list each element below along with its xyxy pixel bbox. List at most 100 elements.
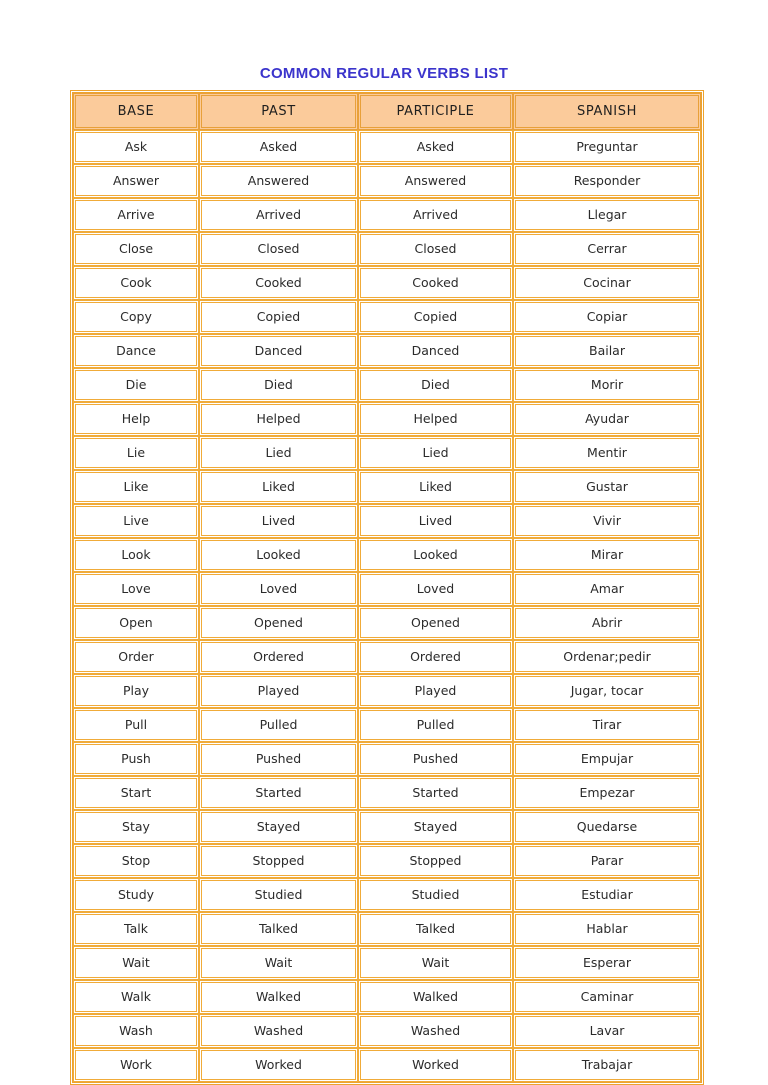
- verb-past: Helped: [199, 402, 358, 436]
- verb-past: Looked: [199, 538, 358, 572]
- table-row: PushPushedPushedEmpujar: [73, 742, 701, 776]
- verb-past: Talked: [199, 912, 358, 946]
- verb-spanish: Gustar: [513, 470, 701, 504]
- table-row: StopStoppedStoppedParar: [73, 844, 701, 878]
- verb-spanish: Bailar: [513, 334, 701, 368]
- verb-base: Stay: [73, 810, 199, 844]
- verb-participle: Lived: [358, 504, 513, 538]
- regular-verbs-table: BASE PAST PARTICIPLE SPANISH AskAskedAsk…: [70, 90, 704, 1085]
- table-row: OrderOrderedOrderedOrdenar;pedir: [73, 640, 701, 674]
- verb-spanish: Tirar: [513, 708, 701, 742]
- verb-participle: Walked: [358, 980, 513, 1014]
- verb-spanish: Mentir: [513, 436, 701, 470]
- verb-spanish: Morir: [513, 368, 701, 402]
- verb-base: Pull: [73, 708, 199, 742]
- verb-past: Ordered: [199, 640, 358, 674]
- verb-base: Stop: [73, 844, 199, 878]
- verb-past: Lived: [199, 504, 358, 538]
- verb-base: Open: [73, 606, 199, 640]
- table-row: CookCookedCookedCocinar: [73, 266, 701, 300]
- table-row: WaitWaitWaitEsperar: [73, 946, 701, 980]
- verb-base: Play: [73, 674, 199, 708]
- table-row: PlayPlayedPlayedJugar, tocar: [73, 674, 701, 708]
- verb-base: Close: [73, 232, 199, 266]
- verb-spanish: Vivir: [513, 504, 701, 538]
- verb-spanish: Quedarse: [513, 810, 701, 844]
- verb-spanish: Cocinar: [513, 266, 701, 300]
- verb-base: Start: [73, 776, 199, 810]
- verb-past: Opened: [199, 606, 358, 640]
- verb-base: Lie: [73, 436, 199, 470]
- verb-participle: Washed: [358, 1014, 513, 1048]
- verb-spanish: Esperar: [513, 946, 701, 980]
- verb-participle: Pulled: [358, 708, 513, 742]
- table-row: LieLiedLiedMentir: [73, 436, 701, 470]
- verb-spanish: Parar: [513, 844, 701, 878]
- table-row: WorkWorkedWorkedTrabajar: [73, 1048, 701, 1082]
- verb-past: Arrived: [199, 198, 358, 232]
- table-row: CloseClosedClosedCerrar: [73, 232, 701, 266]
- table-row: OpenOpenedOpenedAbrir: [73, 606, 701, 640]
- table-body: AskAskedAskedPreguntarAnswerAnsweredAnsw…: [73, 130, 701, 1082]
- verb-spanish: Cerrar: [513, 232, 701, 266]
- verb-base: Answer: [73, 164, 199, 198]
- verb-base: Walk: [73, 980, 199, 1014]
- table-header-row: BASE PAST PARTICIPLE SPANISH: [73, 93, 701, 130]
- verb-participle: Stayed: [358, 810, 513, 844]
- table-row: StudyStudiedStudiedEstudiar: [73, 878, 701, 912]
- table-row: AnswerAnsweredAnsweredResponder: [73, 164, 701, 198]
- verb-base: Study: [73, 878, 199, 912]
- verb-participle: Lied: [358, 436, 513, 470]
- table-row: PullPulledPulledTirar: [73, 708, 701, 742]
- verb-base: Love: [73, 572, 199, 606]
- verb-past: Copied: [199, 300, 358, 334]
- verb-participle: Played: [358, 674, 513, 708]
- verb-spanish: Amar: [513, 572, 701, 606]
- verb-spanish: Empujar: [513, 742, 701, 776]
- table-row: LookLookedLookedMirar: [73, 538, 701, 572]
- verb-past: Pushed: [199, 742, 358, 776]
- verb-participle: Started: [358, 776, 513, 810]
- verb-past: Wait: [199, 946, 358, 980]
- verb-base: Live: [73, 504, 199, 538]
- verb-past: Worked: [199, 1048, 358, 1082]
- verb-past: Studied: [199, 878, 358, 912]
- verb-past: Loved: [199, 572, 358, 606]
- verb-participle: Arrived: [358, 198, 513, 232]
- verb-past: Stayed: [199, 810, 358, 844]
- table-row: LoveLovedLovedAmar: [73, 572, 701, 606]
- verb-participle: Loved: [358, 572, 513, 606]
- verb-participle: Looked: [358, 538, 513, 572]
- table-row: DanceDancedDancedBailar: [73, 334, 701, 368]
- verb-base: Push: [73, 742, 199, 776]
- verb-spanish: Ayudar: [513, 402, 701, 436]
- verb-participle: Stopped: [358, 844, 513, 878]
- verbs-table-container: BASE PAST PARTICIPLE SPANISH AskAskedAsk…: [70, 90, 698, 1085]
- verb-past: Stopped: [199, 844, 358, 878]
- table-header: BASE PAST PARTICIPLE SPANISH: [73, 93, 701, 130]
- verb-spanish: Mirar: [513, 538, 701, 572]
- table-row: HelpHelpedHelpedAyudar: [73, 402, 701, 436]
- verb-base: Wash: [73, 1014, 199, 1048]
- verb-participle: Asked: [358, 130, 513, 164]
- verb-spanish: Lavar: [513, 1014, 701, 1048]
- column-header-participle: PARTICIPLE: [358, 93, 513, 130]
- table-row: LiveLivedLivedVivir: [73, 504, 701, 538]
- table-row: ArriveArrivedArrivedLlegar: [73, 198, 701, 232]
- verb-past: Played: [199, 674, 358, 708]
- verb-participle: Pushed: [358, 742, 513, 776]
- verb-spanish: Responder: [513, 164, 701, 198]
- table-row: TalkTalkedTalkedHablar: [73, 912, 701, 946]
- verb-participle: Studied: [358, 878, 513, 912]
- verb-past: Closed: [199, 232, 358, 266]
- verb-participle: Opened: [358, 606, 513, 640]
- table-row: DieDiedDiedMorir: [73, 368, 701, 402]
- verb-participle: Wait: [358, 946, 513, 980]
- verb-participle: Ordered: [358, 640, 513, 674]
- verb-base: Work: [73, 1048, 199, 1082]
- verb-base: Ask: [73, 130, 199, 164]
- verb-spanish: Jugar, tocar: [513, 674, 701, 708]
- verb-spanish: Copiar: [513, 300, 701, 334]
- verb-participle: Closed: [358, 232, 513, 266]
- verb-spanish: Llegar: [513, 198, 701, 232]
